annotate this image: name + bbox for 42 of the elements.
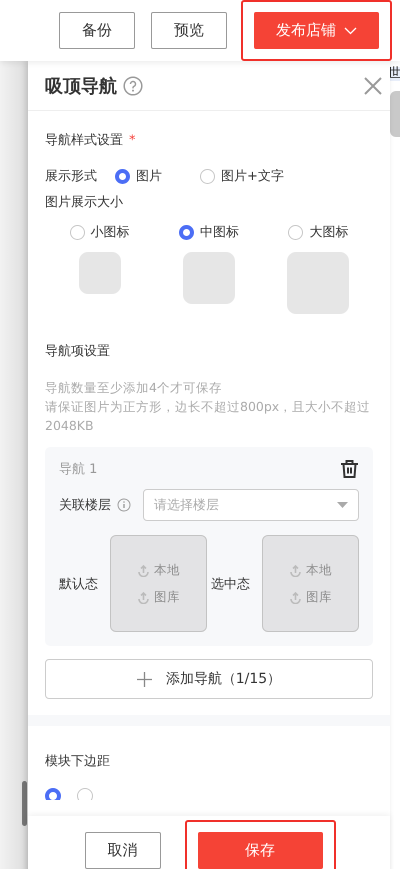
radio-option[interactable]: 图片+文字 <box>200 167 284 185</box>
help-icon[interactable] <box>123 76 143 96</box>
radio-button[interactable] <box>77 788 93 800</box>
icon-size-preview <box>78 252 121 294</box>
close-icon[interactable] <box>364 76 382 94</box>
plus-icon <box>136 672 152 686</box>
info-icon[interactable] <box>117 498 131 512</box>
field-label: 图片展示大小 <box>45 194 123 211</box>
side-card <box>390 91 400 137</box>
hint-text: 导航数量至少添加4个才可保存 <box>45 379 223 397</box>
add-nav-button[interactable]: 添加导航（1/15） <box>45 659 373 699</box>
icon-size-preview <box>287 252 350 314</box>
field-label: 展示形式 <box>45 168 97 185</box>
radio-option[interactable]: 小图标 <box>70 223 130 241</box>
state-label: 选中态 <box>211 576 250 592</box>
section-title: 导航样式设置 <box>45 133 123 148</box>
primary-button[interactable]: 发布店铺 <box>254 12 379 49</box>
plain-button[interactable]: 预览 <box>151 12 227 49</box>
upload-icon <box>137 590 150 604</box>
trash-icon[interactable] <box>340 459 359 479</box>
primary-button[interactable]: 保存 <box>198 832 322 868</box>
radio-button[interactable] <box>45 788 61 800</box>
section-title: 导航项设置 <box>45 344 110 359</box>
panel-title: 吸顶导航 <box>45 74 117 98</box>
radio-option[interactable]: 图片 <box>115 167 200 185</box>
icon-size-preview <box>182 252 235 304</box>
plain-button[interactable]: 取消 <box>84 832 160 868</box>
state-label: 默认态 <box>59 576 98 592</box>
section-title: 模块下边距 <box>45 754 110 769</box>
upload-icon <box>289 590 302 604</box>
hint-text: 请保证图片为正方形，边长不超过800px，且大小不超过2048KB <box>45 398 372 435</box>
radio-option[interactable]: 大图标 <box>288 223 348 241</box>
plain-button[interactable]: 备份 <box>59 12 135 49</box>
upload-icon <box>289 564 302 576</box>
chevron-down-icon <box>344 26 357 34</box>
field-label: 关联楼层 <box>59 497 111 514</box>
radio-option[interactable]: 中图标 <box>178 223 239 241</box>
upload-icon <box>137 564 150 576</box>
scrollbar-thumb[interactable] <box>22 781 27 826</box>
nav-item-title: 导航 1 <box>59 461 98 478</box>
dropdown-arrow-icon <box>337 502 348 508</box>
required-mark: * <box>129 133 136 148</box>
